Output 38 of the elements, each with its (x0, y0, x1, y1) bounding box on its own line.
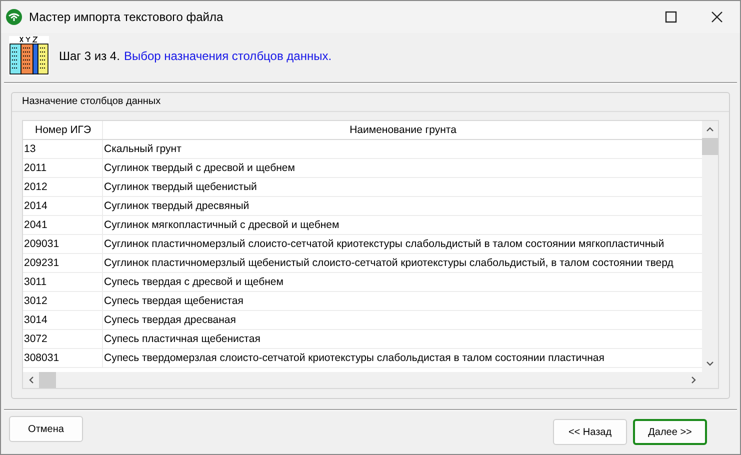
table-cell: 2011 (23, 159, 103, 177)
table-cell: 2012 (23, 178, 103, 196)
table-cell-text: Суглинок пластичномерзлый слоисто-сетчатой криотекстуры слабольдистый в талом состоянии мягкопластичный (103, 237, 666, 252)
table-cell: 2041 (23, 216, 103, 234)
table-cell-text: Скальный грунт (103, 142, 182, 157)
table-cell-text: Суглинок пластичномерзлый щебенистый слоисто-сетчатой криотекстуры слабольдистый, в талом состоянии тверд (103, 256, 674, 271)
table-cell: 209031 (23, 235, 103, 253)
table-cell-text: Суглинок твердый дресвяный (103, 199, 250, 214)
table-cell: 209231 (23, 254, 103, 272)
table-cell-text: Супесь пластичная щебенистая (103, 332, 262, 347)
app-icon (6, 9, 22, 25)
table-cell: 2014 (23, 197, 103, 215)
table-cell: 3014 (23, 311, 103, 329)
table-cell-text: Супесь твердая дресваная (103, 313, 237, 328)
table-cell-text: Супесь твердая с дресвой и щебнем (103, 275, 284, 290)
step-title: Выбор назначения столбцов данных. (124, 49, 332, 63)
scrollbar-thumb[interactable] (39, 372, 56, 388)
scrollbar-thumb[interactable] (702, 138, 718, 155)
column-header[interactable]: Номер ИГЭ (23, 121, 103, 139)
table-cell-text: Супесь твердомерзлая слоисто-сетчатой криотекстуры слабольдистая в талом состоянии пластичная (103, 351, 606, 366)
step-label: Шаг 3 из 4. (59, 49, 120, 63)
vertical-scrollbar[interactable] (702, 121, 718, 372)
table-cell-text: Суглинок мягкопластичный с дресвой и щебнем (103, 218, 340, 233)
window-title: Мастер импорта текстового файла (29, 10, 224, 24)
table-cell-text: Суглинок твердый щебенистый (103, 180, 258, 195)
columns-table-icon (9, 36, 49, 76)
group-title: Назначение столбцов данных (12, 93, 729, 112)
cancel-button[interactable]: Отмена (9, 416, 83, 442)
back-button[interactable]: << Назад (553, 419, 627, 445)
table-cell: 3011 (23, 273, 103, 291)
table-cell-text: Суглинок твердый с дресвой и щебнем (103, 161, 296, 176)
table-cell-text: Супесь твердая щебенистая (103, 294, 244, 309)
table-cell: 13 (23, 140, 103, 158)
table-cell: 3012 (23, 292, 103, 310)
column-header[interactable]: Наименование грунта (103, 121, 702, 139)
table-cell: 3072 (23, 330, 103, 348)
table-cell: 308031 (23, 349, 103, 367)
next-button[interactable]: Далее >> (633, 419, 707, 445)
